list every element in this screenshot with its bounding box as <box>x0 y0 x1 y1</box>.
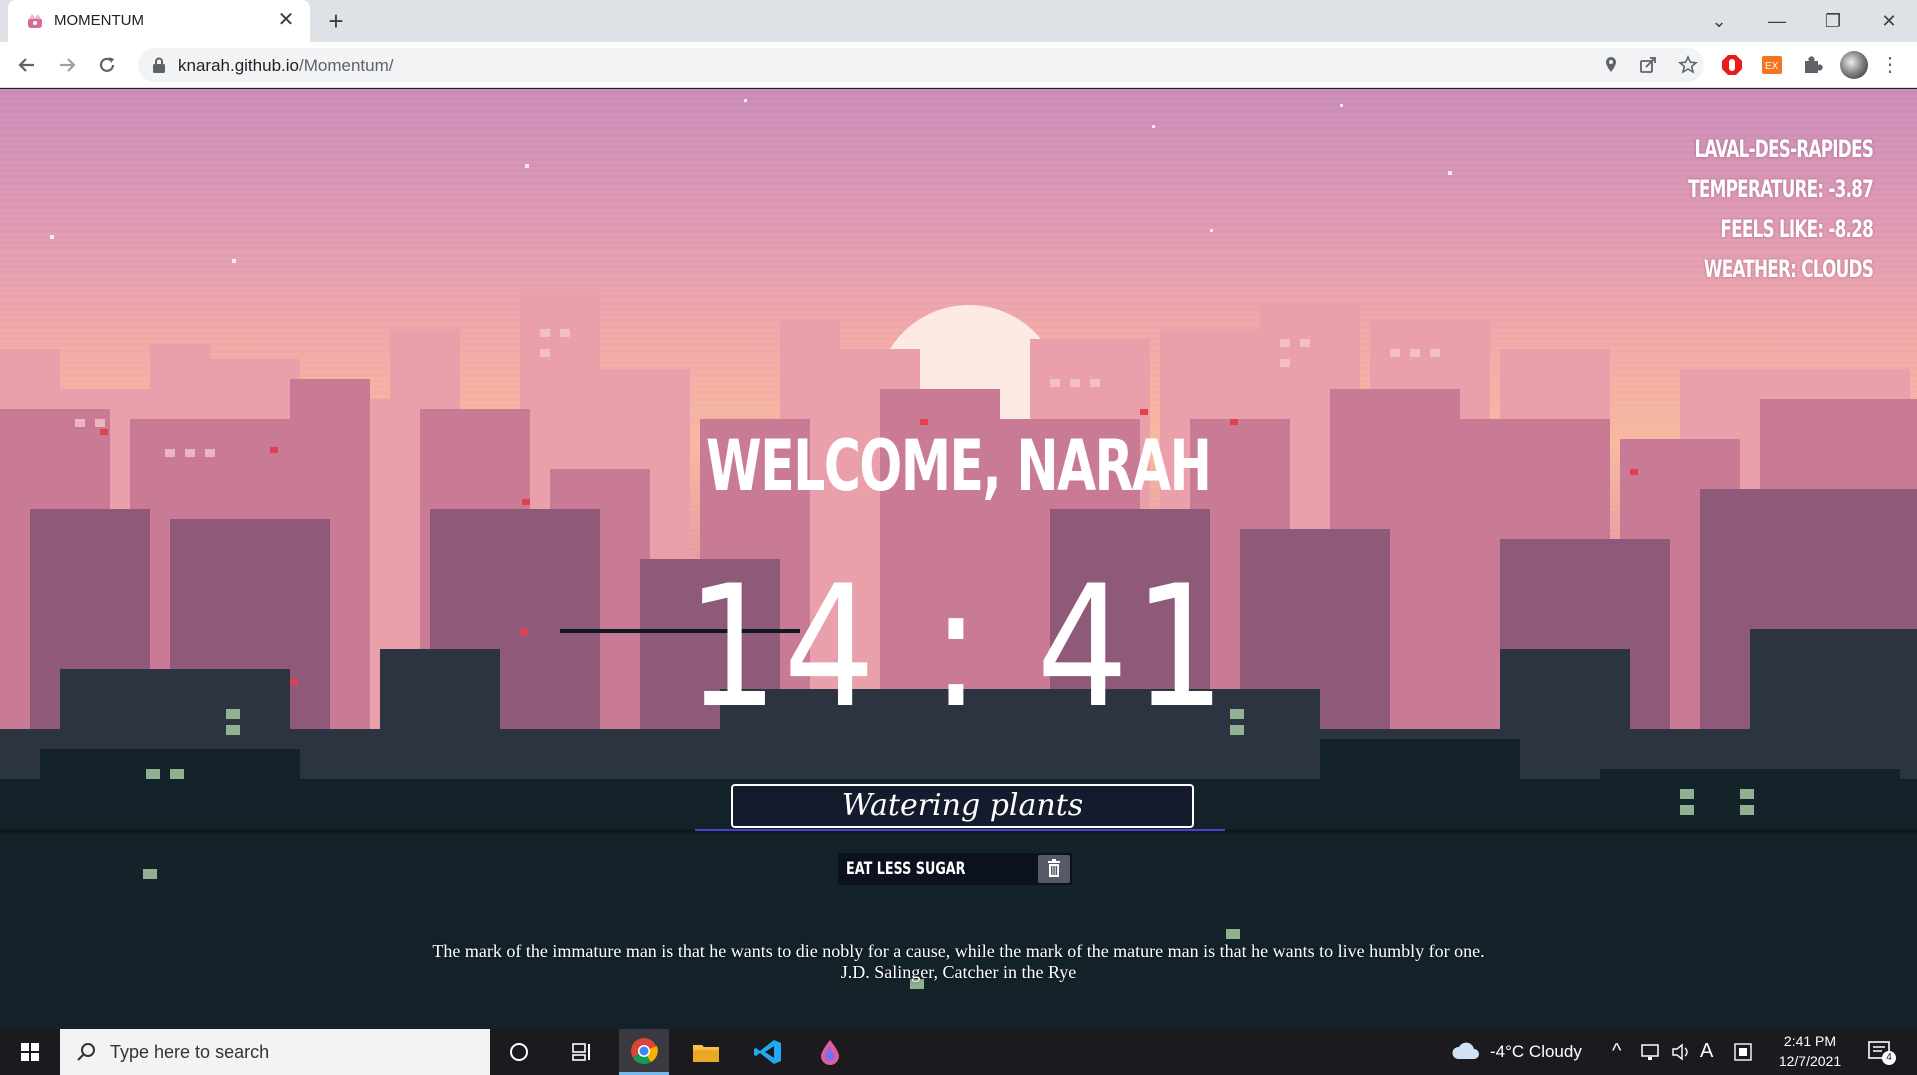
windows-taskbar: Type here to search -4°C Cloudy ^ A 2:41… <box>0 1029 1917 1075</box>
back-button[interactable] <box>12 50 42 80</box>
cloud-icon[interactable] <box>1450 1039 1482 1065</box>
cortana-icon[interactable] <box>503 1037 535 1067</box>
file-explorer-icon[interactable] <box>690 1037 722 1067</box>
browser-tab[interactable]: MOMENTUM ✕ <box>8 0 310 42</box>
todo-input-underline <box>695 829 1225 831</box>
close-window-button[interactable]: ✕ <box>1874 6 1904 36</box>
browser-menu-button[interactable]: ⋮ <box>1880 50 1900 80</box>
taskbar-search[interactable]: Type here to search <box>60 1029 490 1075</box>
ime-icon[interactable] <box>1733 1042 1753 1062</box>
close-tab-icon[interactable]: ✕ <box>274 8 298 32</box>
adblock-extension-icon[interactable] <box>1720 53 1744 77</box>
weather-conditions: WEATHER: CLOUDS <box>1703 255 1874 283</box>
new-tab-button[interactable]: + <box>322 7 350 35</box>
quote-author: J.D. Salinger, Catcher in the Rye <box>840 962 1077 982</box>
windows-logo-icon <box>21 1043 39 1061</box>
greeting: WELCOME, NARAH <box>706 425 1212 507</box>
svg-text:EX: EX <box>1765 61 1779 72</box>
search-icon <box>77 1043 95 1061</box>
start-button[interactable] <box>0 1029 60 1075</box>
arrow-left-icon <box>18 58 34 72</box>
weather-feels-like: FEELS LIKE: -8.28 <box>1720 215 1873 243</box>
forward-button[interactable] <box>52 50 82 80</box>
weather-city: LAVAL-DES-RAPIDES <box>1694 135 1873 163</box>
reload-icon <box>99 57 115 72</box>
reload-button[interactable] <box>92 50 122 80</box>
taskbar-date[interactable]: 12/7/2021 <box>1774 1053 1846 1069</box>
momentum-page: LAVAL-DES-RAPIDES TEMPERATURE: -3.87 FEE… <box>0 89 1917 1029</box>
todo-input[interactable]: Watering plants <box>731 784 1194 828</box>
tab-title: MOMENTUM <box>54 12 144 29</box>
browser-tabbar: MOMENTUM ✕ + ⌄ — ❐ ✕ <box>0 0 1917 42</box>
todo-item-label: EAT LESS SUGAR <box>846 859 966 879</box>
minimize-button[interactable]: — <box>1762 6 1792 36</box>
ex-extension-icon[interactable]: EX <box>1760 53 1784 77</box>
profile-avatar[interactable] <box>1840 51 1868 79</box>
address-bar[interactable]: knarah.github.io/Momentum/ <box>138 48 1704 82</box>
restore-button[interactable]: ❐ <box>1818 6 1848 36</box>
weather-widget: LAVAL-DES-RAPIDES TEMPERATURE: -3.87 FEE… <box>1636 129 1874 289</box>
chrome-taskbar-button[interactable] <box>619 1029 669 1075</box>
trash-icon <box>1048 859 1060 877</box>
star-icon[interactable] <box>1678 55 1698 75</box>
notification-count-badge: 4 <box>1882 1051 1896 1065</box>
vscode-icon[interactable] <box>752 1037 784 1067</box>
browser-toolbar: knarah.github.io/Momentum/ EX ⋮ <box>0 42 1917 88</box>
task-view-icon[interactable] <box>565 1037 597 1067</box>
share-icon[interactable] <box>1638 55 1658 75</box>
clock: 14 : 41 <box>686 549 1231 745</box>
quote-text: The mark of the immature man is that he … <box>432 941 1485 961</box>
chrome-icon <box>631 1038 658 1064</box>
taskbar-time[interactable]: 2:41 PM <box>1778 1033 1842 1049</box>
tab-search-chevron-icon[interactable]: ⌄ <box>1704 6 1734 36</box>
crown-icon <box>28 14 42 28</box>
location-pin-icon[interactable] <box>1601 55 1621 75</box>
notifications-button[interactable]: 4 <box>1866 1039 1896 1067</box>
input-language-icon[interactable]: A <box>1700 1040 1713 1063</box>
search-placeholder: Type here to search <box>110 1042 270 1062</box>
arrow-right-icon <box>60 58 76 72</box>
delete-todo-button[interactable] <box>1038 855 1070 883</box>
volume-icon[interactable] <box>1670 1042 1692 1062</box>
url-text: knarah.github.io/Momentum/ <box>178 56 394 75</box>
todo-item[interactable]: EAT LESS SUGAR <box>838 853 1072 885</box>
weather-temperature: TEMPERATURE: -3.87 <box>1688 175 1874 203</box>
show-hidden-icons-chevron-icon[interactable]: ^ <box>1612 1040 1621 1063</box>
quote: The mark of the immature man is that he … <box>0 941 1917 983</box>
network-icon[interactable] <box>1640 1042 1662 1062</box>
lock-icon[interactable] <box>152 57 166 73</box>
taskbar-weather[interactable]: -4°C Cloudy <box>1490 1042 1582 1062</box>
puzzle-icon[interactable] <box>1800 53 1824 77</box>
paint-drop-icon[interactable] <box>814 1037 846 1067</box>
